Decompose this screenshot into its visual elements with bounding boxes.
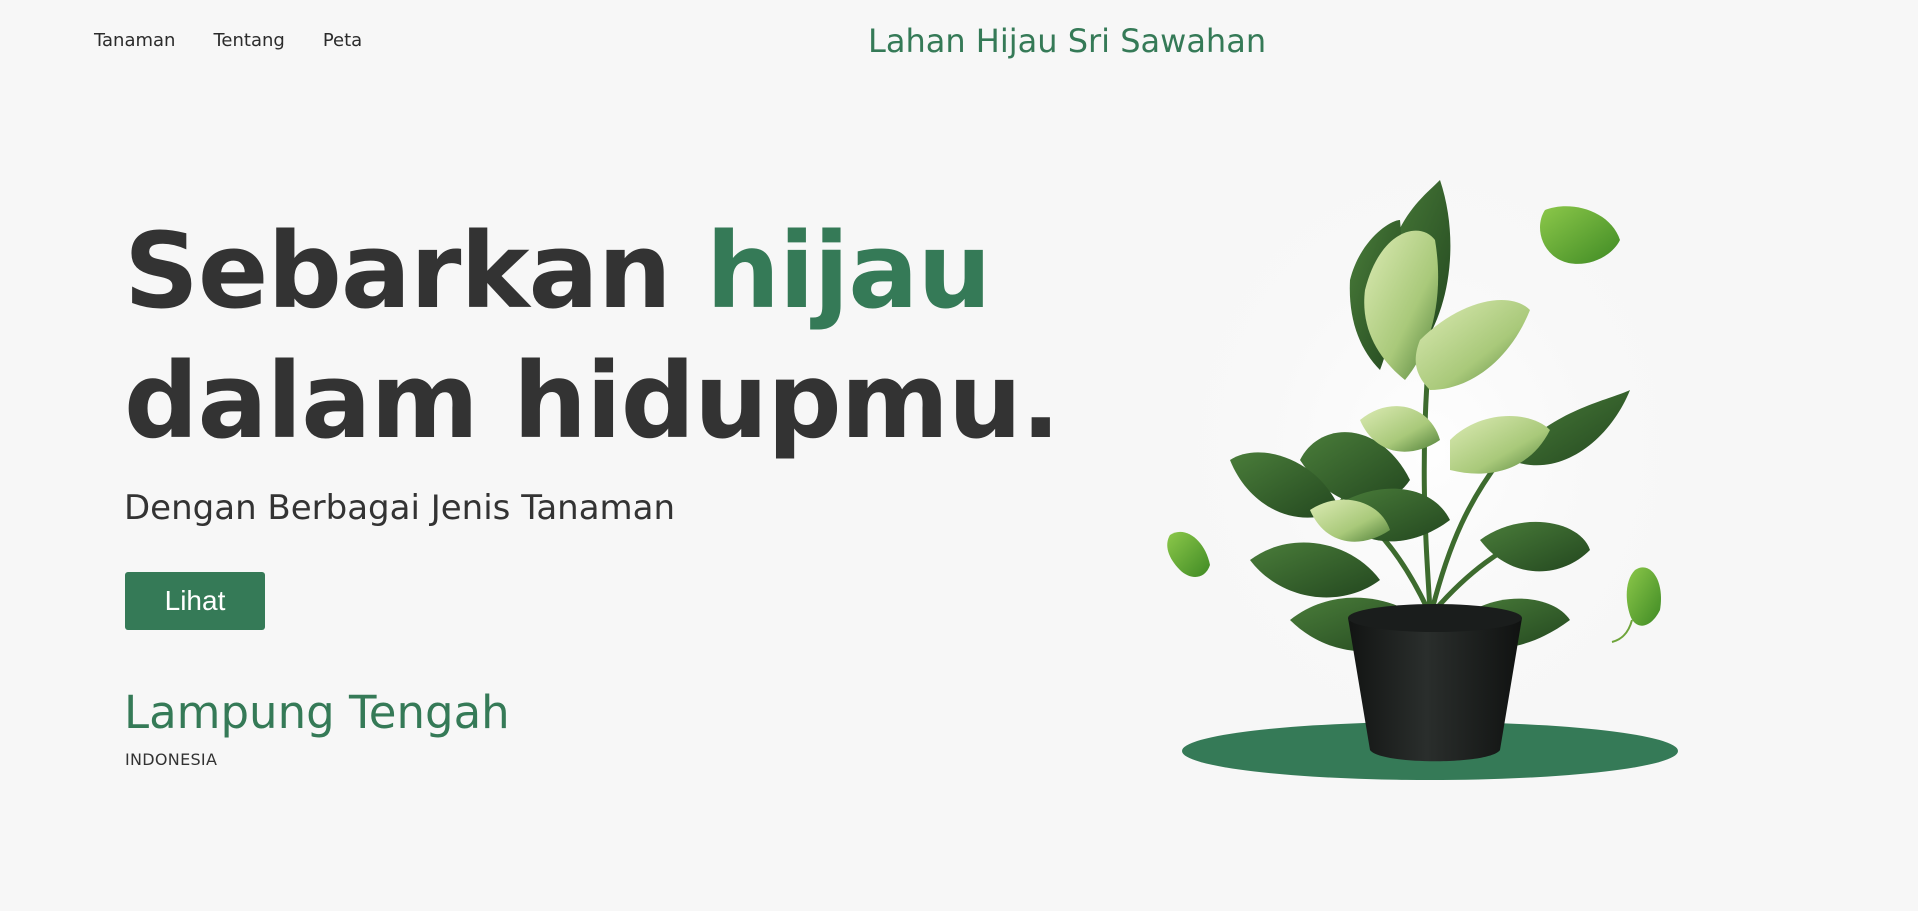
plant-illustration [1150, 180, 1710, 800]
top-nav: Tanaman Tentang Peta [94, 30, 362, 51]
hero-heading-part1: Sebarkan [124, 210, 706, 332]
lihat-button[interactable]: Lihat [125, 572, 265, 630]
site-brand[interactable]: Lahan Hijau Sri Sawahan [868, 22, 1266, 60]
nav-item-tentang[interactable]: Tentang [213, 30, 284, 51]
hero-heading-accent: hijau [705, 210, 992, 332]
nav-item-tanaman[interactable]: Tanaman [94, 30, 175, 51]
pot-rim [1348, 604, 1522, 632]
hero-heading: Sebarkan hijau dalam hidupmu. [124, 206, 1061, 466]
country-label: INDONESIA [125, 750, 218, 769]
hero-heading-part2: dalam hidupmu. [124, 340, 1061, 462]
hero-subtitle: Dengan Berbagai Jenis Tanaman [124, 488, 676, 528]
plant-icon [1167, 180, 1690, 780]
landing-page: Tanaman Tentang Peta Lahan Hijau Sri Saw… [0, 0, 1918, 911]
plant-pot [1348, 612, 1522, 762]
location-title: Lampung Tengah [124, 686, 510, 739]
nav-item-peta[interactable]: Peta [323, 30, 362, 51]
